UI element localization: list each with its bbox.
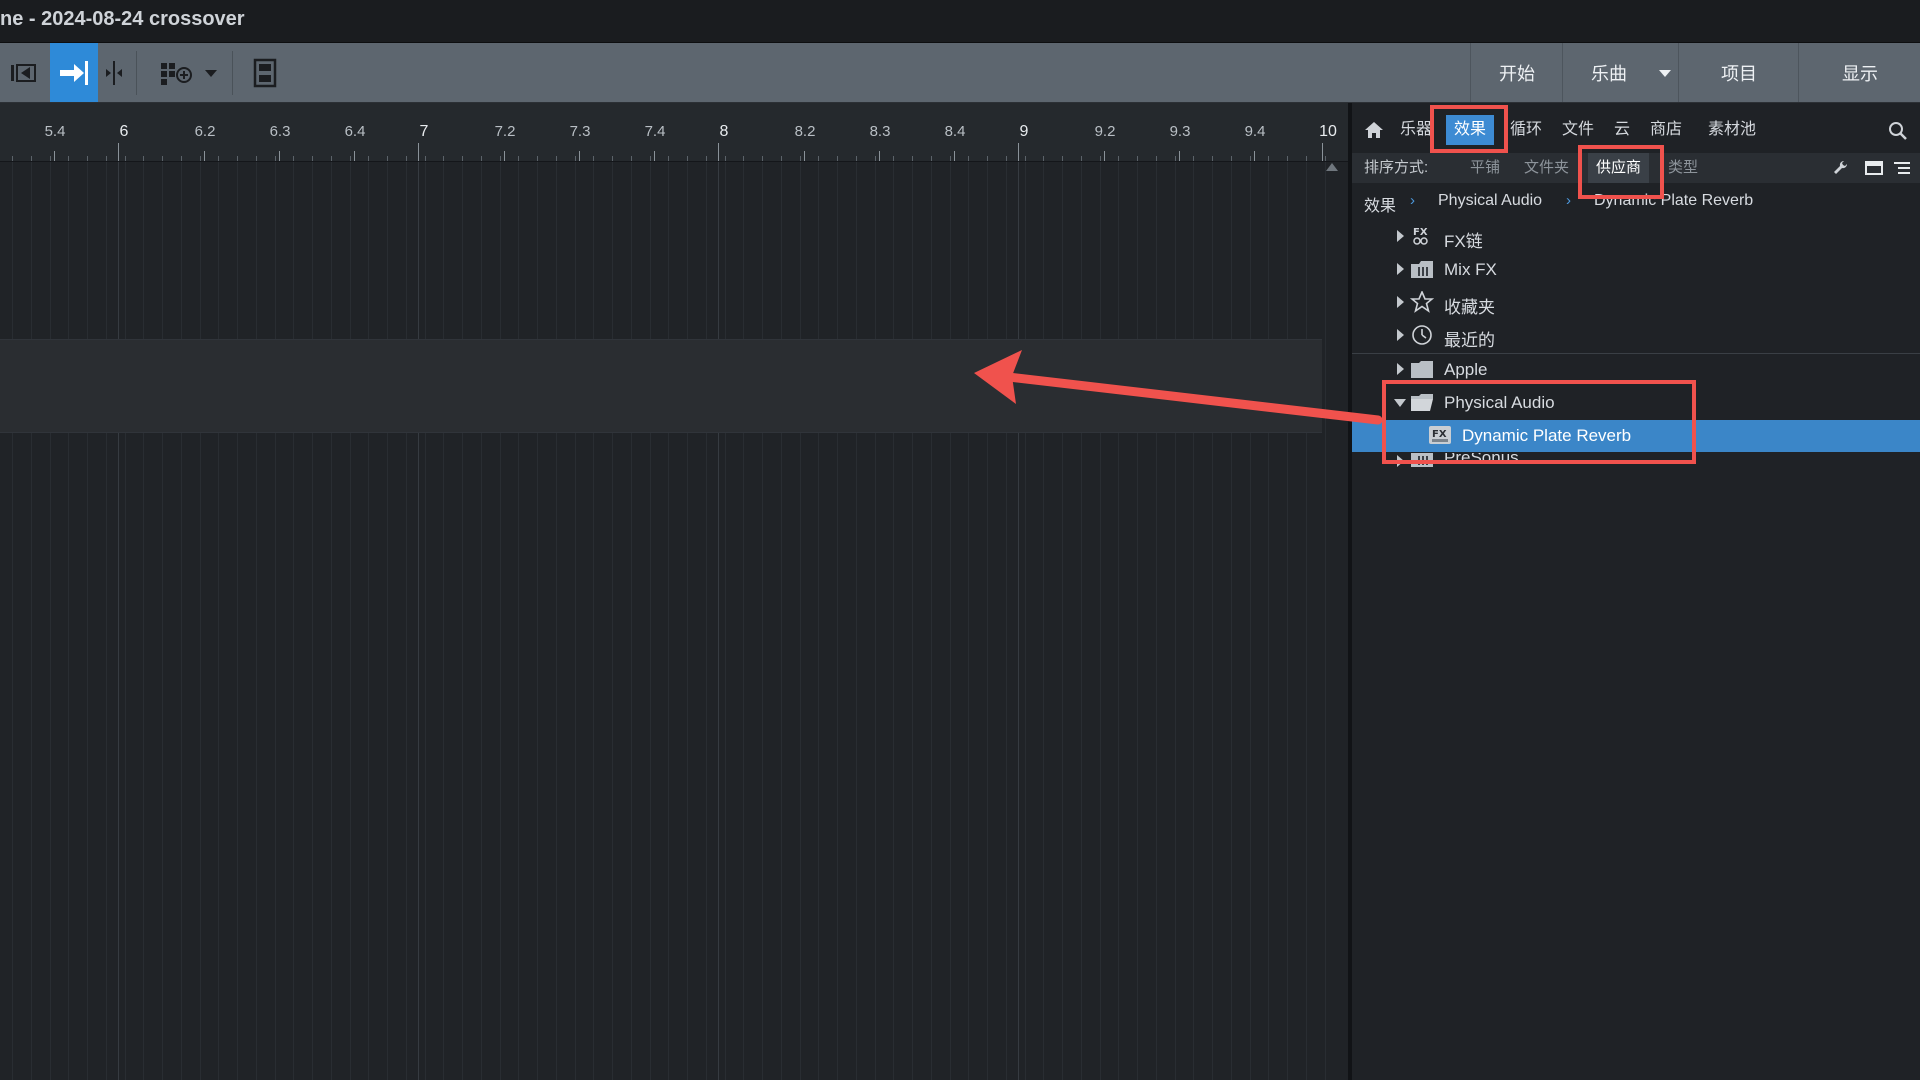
annotation-arrow-icon bbox=[974, 350, 1383, 425]
